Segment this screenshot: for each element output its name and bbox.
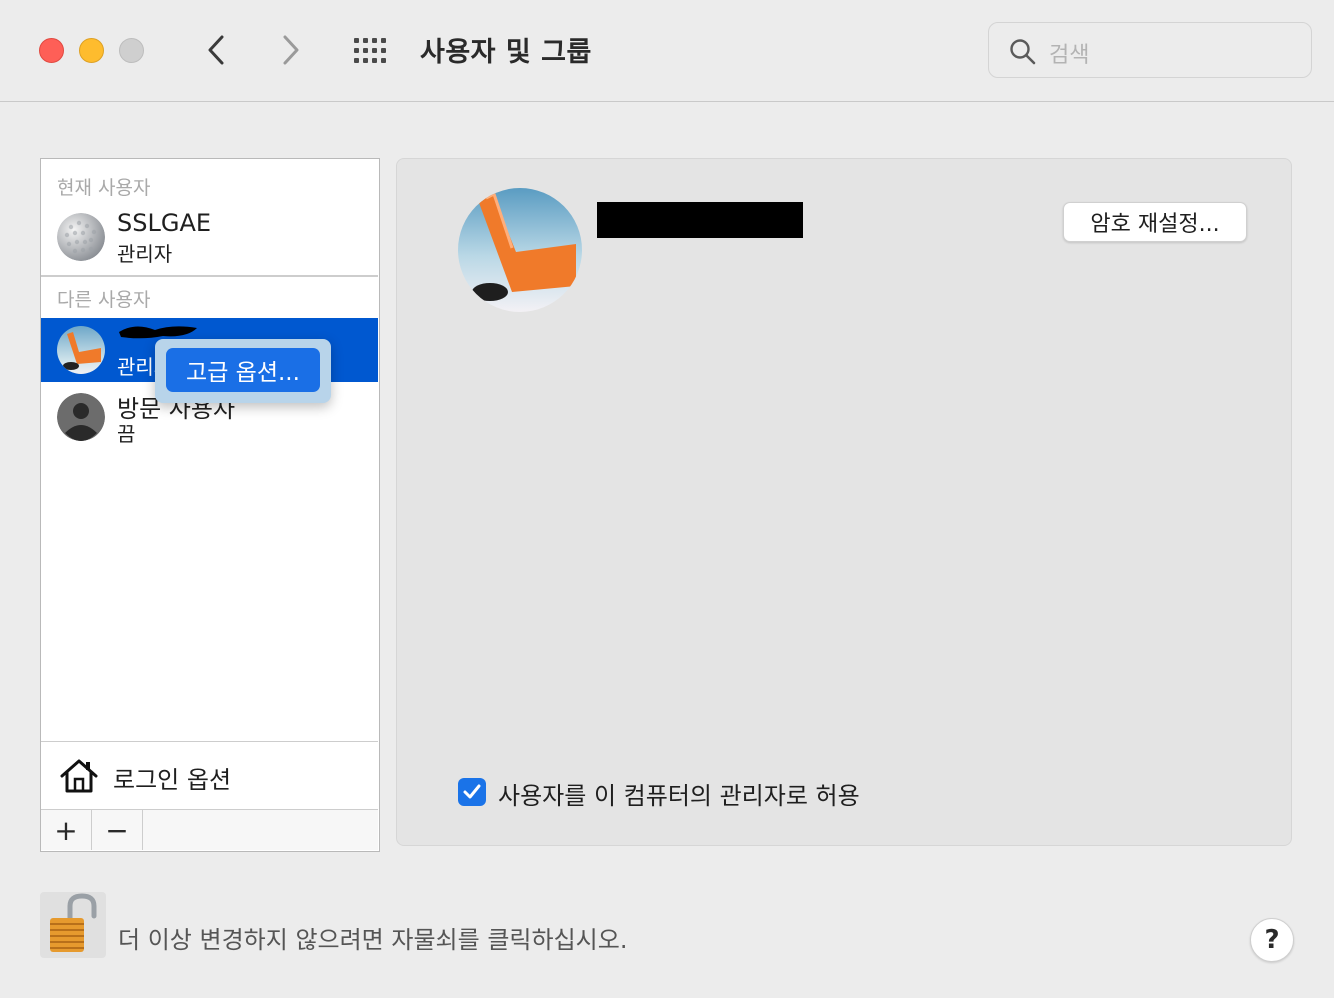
chevron-left-icon bbox=[208, 35, 224, 65]
help-button[interactable]: ? bbox=[1250, 918, 1294, 962]
user-detail-panel: 암호 재설정... 사용자를 이 컴퓨터의 관리자로 허용 bbox=[396, 158, 1292, 846]
minimize-window-button[interactable] bbox=[79, 38, 104, 63]
search-placeholder: 검색 bbox=[1049, 43, 1090, 68]
admin-checkbox[interactable] bbox=[458, 778, 486, 806]
advanced-options-button[interactable]: 고급 옵션... bbox=[166, 348, 320, 392]
user-role: 끔 bbox=[117, 422, 136, 446]
section-divider bbox=[41, 275, 378, 277]
padlock-unlocked-icon[interactable] bbox=[40, 892, 106, 958]
add-user-button[interactable]: + bbox=[41, 810, 92, 850]
login-options-label: 로그인 옵션 bbox=[113, 766, 232, 794]
title-bar: 사용자 및 그룹 검색 bbox=[0, 0, 1334, 102]
window-title: 사용자 및 그룹 bbox=[420, 37, 592, 68]
user-name: SSLGAE bbox=[117, 209, 212, 237]
redacted-full-name bbox=[597, 202, 803, 238]
user-list-sidebar: 현재 사용자 SSLGAE 관리자 다른 사용자 관리자 방문 사용자 끔 로그… bbox=[40, 158, 380, 852]
checkmark-icon bbox=[463, 784, 481, 799]
back-button[interactable] bbox=[196, 30, 236, 70]
context-popover: 고급 옵션... bbox=[155, 339, 331, 403]
add-remove-bar: + − bbox=[41, 809, 378, 850]
show-all-grid-icon[interactable] bbox=[352, 36, 392, 66]
user-picture[interactable] bbox=[458, 188, 582, 312]
avatar-generic-person-icon bbox=[57, 393, 105, 441]
other-users-header: 다른 사용자 bbox=[57, 289, 151, 311]
chevron-right-icon bbox=[283, 35, 299, 65]
user-row-current[interactable]: SSLGAE 관리자 bbox=[41, 205, 378, 269]
avatar-hockey-stick bbox=[57, 326, 105, 374]
current-users-header: 현재 사용자 bbox=[57, 177, 151, 199]
search-field[interactable]: 검색 bbox=[988, 22, 1312, 78]
remove-user-button[interactable]: − bbox=[92, 810, 143, 850]
reset-password-button[interactable]: 암호 재설정... bbox=[1063, 202, 1247, 242]
lock-instructions: 더 이상 변경하지 않으려면 자물쇠를 클릭하십시오. bbox=[118, 926, 628, 954]
zoom-window-button[interactable] bbox=[119, 38, 144, 63]
close-window-button[interactable] bbox=[39, 38, 64, 63]
avatar-golf-ball bbox=[57, 213, 105, 261]
house-icon bbox=[60, 759, 98, 793]
user-role: 관리자 bbox=[117, 242, 173, 266]
login-options-item[interactable]: 로그인 옵션 bbox=[41, 741, 378, 809]
search-icon bbox=[1010, 39, 1036, 65]
forward-button[interactable] bbox=[271, 30, 311, 70]
admin-checkbox-label: 사용자를 이 컴퓨터의 관리자로 허용 bbox=[498, 782, 860, 810]
